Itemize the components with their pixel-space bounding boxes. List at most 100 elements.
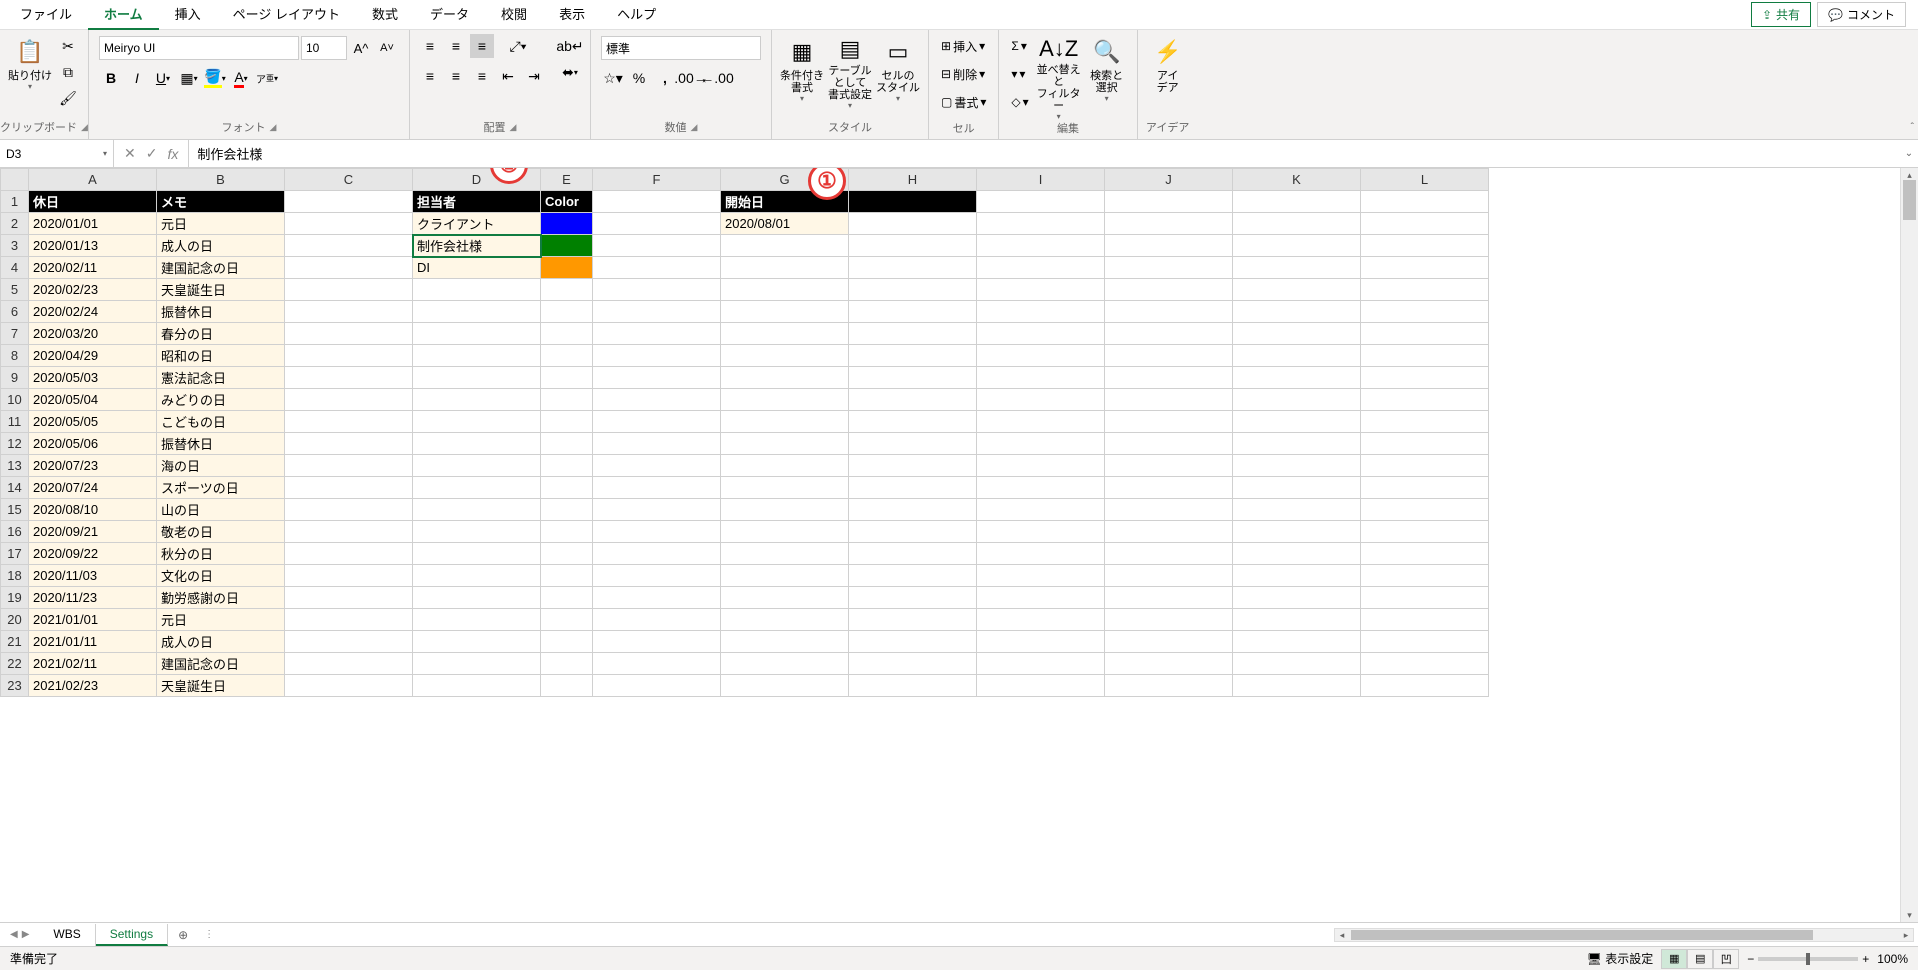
cell-D19[interactable] [413,587,541,609]
cell-G21[interactable] [721,631,849,653]
cell-B18[interactable]: 文化の日 [157,565,285,587]
column-header-K[interactable]: K [1233,169,1361,191]
cell-I16[interactable] [977,521,1105,543]
cell-F2[interactable] [593,213,721,235]
cell-I14[interactable] [977,477,1105,499]
cell-L20[interactable] [1361,609,1489,631]
cell-H13[interactable] [849,455,977,477]
row-header-8[interactable]: 8 [1,345,29,367]
cell-F9[interactable] [593,367,721,389]
column-header-H[interactable]: H [849,169,977,191]
fill-button[interactable]: ▾ ▾ [1007,62,1032,86]
menu-ホーム[interactable]: ホーム [88,0,159,31]
cell-K8[interactable] [1233,345,1361,367]
scroll-right-arrow-icon[interactable]: ▸ [1899,929,1913,941]
horizontal-scrollbar[interactable]: ◂ ▸ [1334,928,1914,942]
cell-C3[interactable] [285,235,413,257]
cell-F23[interactable] [593,675,721,697]
column-header-L[interactable]: L [1361,169,1489,191]
cell-A14[interactable]: 2020/07/24 [29,477,157,499]
decrease-font-button[interactable]: A˅ [375,36,399,60]
cell-I5[interactable] [977,279,1105,301]
indent-increase-button[interactable]: ⇥ [522,64,546,88]
cell-J5[interactable] [1105,279,1233,301]
cell-E17[interactable] [541,543,593,565]
cell-H2[interactable] [849,213,977,235]
cell-B3[interactable]: 成人の日 [157,235,285,257]
copy-button[interactable]: ⧉ [56,60,80,84]
cell-F10[interactable] [593,389,721,411]
wrap-text-button[interactable]: ab↵ [558,34,582,58]
cell-K17[interactable] [1233,543,1361,565]
indent-decrease-button[interactable]: ⇤ [496,64,520,88]
cell-H11[interactable] [849,411,977,433]
cell-F6[interactable] [593,301,721,323]
cell-B9[interactable]: 憲法記念日 [157,367,285,389]
cell-J10[interactable] [1105,389,1233,411]
cell-K1[interactable] [1233,191,1361,213]
format-as-table-button[interactable]: ▤ テーブルとして 書式設定▾ [828,34,872,110]
menu-ヘルプ[interactable]: ヘルプ [601,0,672,31]
align-left-button[interactable]: ≡ [418,64,442,88]
cell-D17[interactable] [413,543,541,565]
cell-D9[interactable] [413,367,541,389]
cell-C2[interactable] [285,213,413,235]
cell-G16[interactable] [721,521,849,543]
cell-I4[interactable] [977,257,1105,279]
cell-B10[interactable]: みどりの日 [157,389,285,411]
add-sheet-button[interactable]: ⊕ [168,928,198,942]
cell-C7[interactable] [285,323,413,345]
cell-G13[interactable] [721,455,849,477]
tab-nav-prev-button[interactable]: ◀ [10,929,18,940]
cell-E20[interactable] [541,609,593,631]
name-box[interactable]: ▾ [0,140,114,167]
cell-C8[interactable] [285,345,413,367]
cell-A22[interactable]: 2021/02/11 [29,653,157,675]
cell-B16[interactable]: 敬老の日 [157,521,285,543]
accept-formula-button[interactable]: ✓ [146,145,158,162]
cell-F15[interactable] [593,499,721,521]
format-cells-button[interactable]: ▢書式 ▾ [937,90,990,114]
cell-A11[interactable]: 2020/05/05 [29,411,157,433]
cell-E2[interactable] [541,213,593,235]
cell-L6[interactable] [1361,301,1489,323]
cell-H23[interactable] [849,675,977,697]
splitter-icon[interactable]: ⋮ [198,929,220,940]
cell-C1[interactable] [285,191,413,213]
cell-K9[interactable] [1233,367,1361,389]
cell-B11[interactable]: こどもの日 [157,411,285,433]
dialog-launcher-icon[interactable]: ◢ [81,122,88,133]
cell-D1[interactable]: 担当者 [413,191,541,213]
cell-I10[interactable] [977,389,1105,411]
cell-F20[interactable] [593,609,721,631]
cell-B21[interactable]: 成人の日 [157,631,285,653]
cell-F16[interactable] [593,521,721,543]
cell-E19[interactable] [541,587,593,609]
cell-H17[interactable] [849,543,977,565]
cell-I20[interactable] [977,609,1105,631]
cell-L3[interactable] [1361,235,1489,257]
cell-I6[interactable] [977,301,1105,323]
autosum-button[interactable]: Σ ▾ [1007,34,1032,58]
cell-L11[interactable] [1361,411,1489,433]
italic-button[interactable]: I [125,66,149,90]
cell-B2[interactable]: 元日 [157,213,285,235]
cell-G5[interactable] [721,279,849,301]
cell-D6[interactable] [413,301,541,323]
cell-A13[interactable]: 2020/07/23 [29,455,157,477]
cell-C10[interactable] [285,389,413,411]
cell-H15[interactable] [849,499,977,521]
cell-H1[interactable] [849,191,977,213]
cell-I15[interactable] [977,499,1105,521]
cell-K22[interactable] [1233,653,1361,675]
cell-K20[interactable] [1233,609,1361,631]
align-top-button[interactable]: ≡ [418,34,442,58]
format-painter-button[interactable]: 🖌 [56,86,80,110]
view-page-break-button[interactable]: 凹 [1713,949,1739,969]
cell-H5[interactable] [849,279,977,301]
conditional-format-button[interactable]: ▦ 条件付き 書式▾ [780,34,824,110]
cell-J3[interactable] [1105,235,1233,257]
cell-F12[interactable] [593,433,721,455]
phonetic-button[interactable]: ア亜▾ [255,66,279,90]
cell-B19[interactable]: 勤労感謝の日 [157,587,285,609]
